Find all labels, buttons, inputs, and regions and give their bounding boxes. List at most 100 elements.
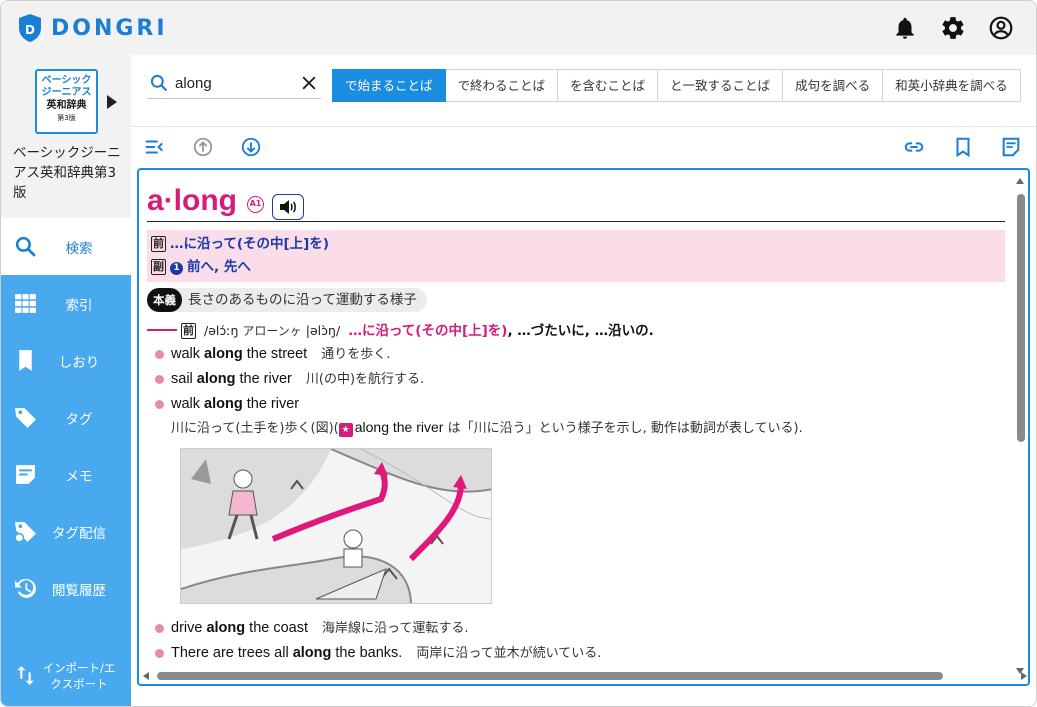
pronunciation-kana: アローンヶ <box>242 324 302 338</box>
search-bar: で始まることば で終わることば を含むことば と一致することば 成句を調べる 和… <box>131 55 1036 127</box>
sidebar-item-import-export[interactable]: インポート/エクスポート <box>1 647 131 704</box>
sidebar-item-label: しおり <box>58 354 100 371</box>
sidebar-item-label: インポート/エクスポート <box>42 660 116 691</box>
example-keyword: along <box>292 645 332 661</box>
example-keyword: along <box>204 346 243 362</box>
horizontal-scroll-thumb[interactable] <box>157 672 943 680</box>
dictionary-selector[interactable]: ベーシック ジーニアス 英和辞典 第3版 ベーシックジーニアス英和辞典第3版 <box>1 55 131 218</box>
tab-contains[interactable]: を含むことば <box>558 69 659 102</box>
example-keyword: along <box>204 396 243 412</box>
tab-exact-match[interactable]: と一致することば <box>658 69 784 102</box>
collapse-list-icon[interactable] <box>143 136 165 158</box>
pronunciation-us: |əlɔ̀ŋ/ <box>305 323 341 338</box>
search-field[interactable] <box>147 69 321 99</box>
pronunciation: /əlɔ́ːŋ <box>204 323 239 338</box>
sense-definition: 前/əlɔ́ːŋ アローンヶ |əlɔ̀ŋ/ …に沿って(その中[上]を), …づた… <box>147 320 1005 342</box>
sidebar-item-memo[interactable]: メモ <box>1 446 131 503</box>
sidebar-item-history[interactable]: 閲覧履歴 <box>1 560 131 617</box>
tab-starts-with[interactable]: で始まることば <box>332 69 446 102</box>
summary-text[interactable]: …に沿って(その中[上]を) <box>170 236 329 252</box>
example-text: the coast <box>245 620 309 636</box>
dictionary-entry: a·long A1 前 …に沿って(その中[上]を) 副 1 前へ, 先へ 本義 長さの… <box>147 184 1005 666</box>
search-mode-tabs: で始まることば で終わることば を含むことば と一致することば 成句を調べる 和… <box>332 69 1021 102</box>
vertical-scrollbar[interactable] <box>1014 174 1026 674</box>
example-sentence: There are trees all along the banks. 両岸に沿… <box>147 641 1005 666</box>
example-keyword: along <box>206 620 246 636</box>
summary-line: 前 …に沿って(その中[上]を) <box>151 233 1001 256</box>
example-sentence: drive along the coast 海岸線に沿って運転する. <box>147 616 1005 641</box>
sense-dash <box>147 329 177 331</box>
star-icon: ★ <box>338 423 353 437</box>
sense-number: 1 <box>170 262 183 275</box>
core-meaning: 本義 長さのあるものに沿って運動する様子 <box>147 288 427 312</box>
example-text: walk <box>171 396 205 412</box>
example-text: walk <box>171 346 205 362</box>
summary-text[interactable]: 前へ, 先へ <box>187 259 251 275</box>
cover-line-4: 第3版 <box>57 114 76 122</box>
next-entry-icon[interactable] <box>240 136 262 158</box>
memo-icon[interactable] <box>1000 136 1022 158</box>
sidebar: ベーシック ジーニアス 英和辞典 第3版 ベーシックジーニアス英和辞典第3版 検… <box>1 55 131 706</box>
gear-icon[interactable] <box>940 15 966 41</box>
sidebar-item-bookmarks[interactable]: しおり <box>1 332 131 389</box>
note-text: 川に沿って(土手を)歩く(図)( <box>171 421 339 436</box>
dictionary-title: ベーシックジーニアス英和辞典第3版 <box>13 145 121 201</box>
bookmark-icon[interactable] <box>952 136 974 158</box>
headword-row: a·long A1 <box>147 184 1005 222</box>
pos-badge: 前 <box>151 236 166 252</box>
sidebar-item-search[interactable]: 検索 <box>1 218 131 275</box>
entry-toolbar <box>131 128 1036 166</box>
cover-line-3: 英和辞典 <box>46 100 87 111</box>
tag-share-icon <box>14 522 36 543</box>
example-translation: 海岸線に沿って運転する. <box>322 621 469 636</box>
audio-button[interactable] <box>272 194 304 220</box>
search-input[interactable] <box>175 72 285 94</box>
river-illustration <box>181 449 491 603</box>
clear-icon[interactable] <box>299 73 319 93</box>
scroll-right-arrow-icon[interactable] <box>1021 672 1027 680</box>
sidebar-item-tags[interactable]: タグ <box>1 389 131 446</box>
account-icon[interactable] <box>988 15 1014 41</box>
example-translation: 両岸に沿って並木が続いている. <box>416 646 602 661</box>
app-window: D DONGRI ベーシック ジーニアス 英和辞典 第3版 ベーシックジーニアス… <box>0 0 1037 707</box>
core-meaning-tag: 本義 <box>147 288 182 312</box>
scroll-up-arrow-icon[interactable] <box>1016 178 1024 184</box>
link-icon[interactable] <box>903 136 925 158</box>
horizontal-scrollbar[interactable] <box>143 670 1027 682</box>
summary-line: 副 1 前へ, 先へ <box>151 256 1001 279</box>
svg-text:D: D <box>25 23 35 37</box>
example-translation: 通りを歩く. <box>321 347 391 362</box>
sidebar-item-label: メモ <box>65 468 93 485</box>
sidebar-item-label: 検索 <box>65 240 93 257</box>
note-text: は「川に沿う」という様子を示し, 動作は動詞が表している). <box>443 421 803 436</box>
sidebar-item-tag-share[interactable]: タグ配信 <box>1 503 131 560</box>
tab-ends-with[interactable]: で終わることば <box>445 69 559 102</box>
example-keyword: along <box>196 371 236 387</box>
tag-icon <box>15 408 36 428</box>
example-sentence: walk along the street 通りを歩く. <box>147 342 1005 367</box>
example-text: drive <box>171 620 207 636</box>
example-text: the street <box>242 346 308 362</box>
pos-badge: 副 <box>151 259 166 275</box>
cefr-level-badge: A1 <box>247 196 264 213</box>
example-note: 川に沿って(土手を)歩く(図)(★ along the river は「川に沿う」… <box>147 416 1005 440</box>
tab-phrases[interactable]: 成句を調べる <box>783 69 884 102</box>
sidebar-item-label: 索引 <box>65 297 93 314</box>
cover-line-1: ベーシック <box>41 75 92 86</box>
sidebar-item-index[interactable]: 索引 <box>1 275 131 332</box>
bookmark-icon <box>19 350 32 371</box>
pos-badge: 前 <box>181 323 196 339</box>
example-text: the river <box>235 371 292 387</box>
illustration-image <box>180 448 492 604</box>
memo-icon <box>16 465 35 484</box>
bell-icon[interactable] <box>892 15 918 41</box>
vertical-scroll-thumb[interactable] <box>1017 194 1025 442</box>
example-text: There are trees all <box>171 645 293 661</box>
scroll-left-arrow-icon[interactable] <box>143 672 149 680</box>
tab-japanese-english[interactable]: 和英小辞典を調べる <box>883 69 1021 102</box>
expand-arrow-icon[interactable] <box>107 95 117 109</box>
logo[interactable]: D DONGRI <box>17 13 168 43</box>
previous-entry-icon[interactable] <box>192 136 214 158</box>
speaker-icon <box>280 200 296 214</box>
dictionary-cover[interactable]: ベーシック ジーニアス 英和辞典 第3版 <box>35 69 98 134</box>
